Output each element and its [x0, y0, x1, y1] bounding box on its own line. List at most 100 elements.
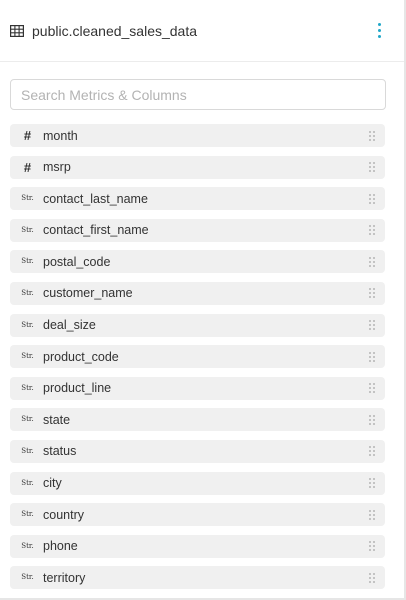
drag-handle-icon[interactable] [369, 162, 375, 173]
column-name: msrp [43, 160, 71, 175]
drag-dot [369, 513, 371, 516]
drag-dot [369, 197, 371, 200]
drag-dot [373, 264, 375, 267]
string-type-icon: Str. [21, 225, 34, 234]
drag-dot [373, 391, 375, 394]
drag-dot [373, 233, 375, 236]
drag-handle-icon[interactable] [369, 478, 375, 489]
drag-dot [373, 513, 375, 516]
string-type-icon: Str. [21, 257, 34, 266]
column-name: contact_first_name [43, 223, 149, 238]
column-name: status [43, 444, 77, 459]
drag-dot [369, 292, 371, 295]
column-name: country [43, 507, 84, 522]
drag-dot [369, 193, 371, 196]
string-type-icon: Str. [21, 573, 34, 582]
column-item-product-code[interactable]: Str. product_code [10, 345, 385, 369]
column-item-product-line[interactable]: Str. product_line [10, 376, 385, 400]
drag-dot [373, 549, 375, 552]
drag-handle-icon[interactable] [369, 320, 375, 331]
drag-dot [373, 324, 375, 327]
column-name: deal_size [43, 318, 96, 333]
drag-dot [373, 545, 375, 548]
drag-dot [373, 166, 375, 169]
drag-dot [373, 541, 375, 544]
drag-dot [369, 576, 371, 579]
drag-handle-icon[interactable] [369, 288, 375, 299]
column-item-phone[interactable]: Str. phone [10, 534, 385, 558]
drag-dot [369, 549, 371, 552]
drag-dot [369, 324, 371, 327]
drag-dot [369, 225, 371, 228]
column-item-msrp[interactable]: # msrp [10, 155, 385, 179]
menu-dot [377, 29, 381, 32]
drag-dot [373, 229, 375, 232]
drag-dot [369, 296, 371, 299]
drag-dot [373, 138, 375, 141]
drag-handle-icon[interactable] [369, 414, 375, 425]
drag-dot [369, 201, 371, 204]
drag-dot [369, 328, 371, 331]
column-item-territory[interactable]: Str. territory [10, 566, 385, 590]
numeric-type-icon: # [23, 128, 32, 143]
column-item-state[interactable]: Str. state [10, 408, 385, 432]
column-item-status[interactable]: Str. status [10, 439, 385, 463]
column-item-month[interactable]: # month [10, 124, 385, 147]
drag-dot [369, 256, 371, 259]
drag-dot [369, 545, 371, 548]
drag-handle-icon[interactable] [369, 446, 375, 457]
column-name: product_line [43, 381, 112, 396]
table-icon [10, 24, 24, 37]
column-item-contact-last-name[interactable]: Str. contact_last_name [10, 187, 385, 211]
more-vertical-icon[interactable] [370, 19, 388, 43]
drag-dot [373, 201, 375, 204]
drag-dot [373, 422, 375, 425]
drag-handle-icon[interactable] [369, 383, 375, 394]
column-name: postal_code [43, 254, 111, 269]
drag-dot [373, 170, 375, 173]
column-item-postal-code[interactable]: Str. postal_code [10, 250, 385, 274]
drag-dot [373, 359, 375, 362]
drag-dot [369, 359, 371, 362]
drag-dot [369, 454, 371, 457]
drag-dot [369, 572, 371, 575]
column-item-customer-name[interactable]: Str. customer_name [10, 281, 385, 305]
drag-handle-icon[interactable] [369, 225, 375, 236]
drag-handle-icon[interactable] [369, 541, 375, 552]
column-item-city[interactable]: Str. city [10, 471, 385, 495]
drag-handle-icon[interactable] [369, 572, 375, 583]
drag-dot [373, 193, 375, 196]
drag-dot [373, 446, 375, 449]
search-input[interactable] [10, 79, 386, 110]
string-type-icon: Str. [21, 383, 34, 392]
drag-dot [373, 355, 375, 358]
drag-dot [369, 229, 371, 232]
drag-dot [369, 509, 371, 512]
dataset-header: public.cleaned_sales_data [0, 0, 404, 62]
dataset-name: public.cleaned_sales_data [32, 22, 198, 39]
drag-handle-icon[interactable] [369, 193, 375, 204]
drag-handle-icon[interactable] [369, 509, 375, 520]
drag-handle-icon[interactable] [369, 351, 375, 362]
drag-handle-icon[interactable] [369, 256, 375, 267]
string-type-icon: Str. [21, 194, 34, 203]
drag-dot [373, 486, 375, 489]
drag-dot [373, 296, 375, 299]
drag-dot [369, 260, 371, 263]
column-item-deal-size[interactable]: Str. deal_size [10, 313, 385, 337]
column-item-contact-first-name[interactable]: Str. contact_first_name [10, 218, 385, 242]
drag-dot [373, 225, 375, 228]
drag-handle-icon[interactable] [369, 130, 375, 141]
column-name: state [43, 412, 71, 427]
drag-dot [373, 478, 375, 481]
drag-dot [373, 197, 375, 200]
string-type-icon: Str. [21, 352, 34, 361]
string-type-icon: Str. [21, 415, 34, 424]
drag-dot [373, 576, 375, 579]
drag-dot [373, 509, 375, 512]
drag-dot [369, 320, 371, 323]
drag-dot [369, 288, 371, 291]
column-item-country[interactable]: Str. country [10, 503, 385, 527]
drag-dot [373, 572, 375, 575]
drag-dot [373, 580, 375, 583]
